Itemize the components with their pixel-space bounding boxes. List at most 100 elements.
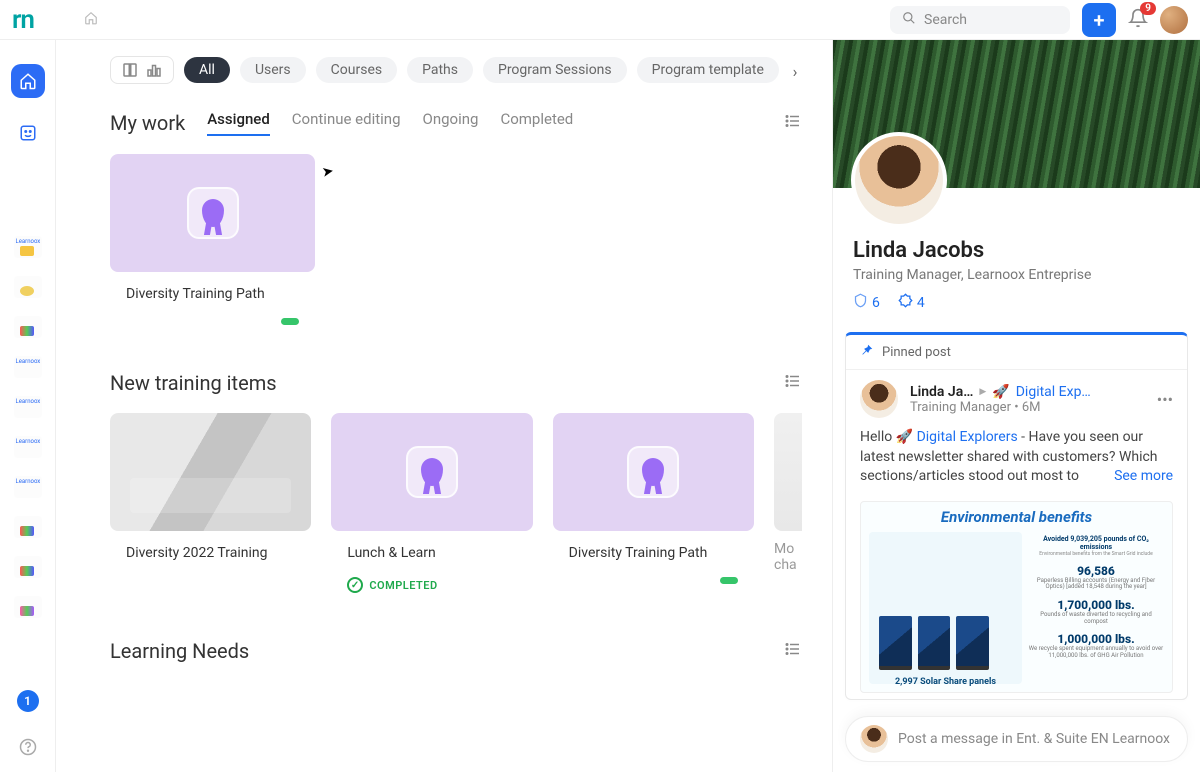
- help-button[interactable]: [19, 738, 37, 760]
- home-icon[interactable]: [84, 11, 98, 29]
- solar-caption: 2,997 Solar Share panels: [869, 677, 1022, 687]
- badge-icon: [898, 293, 913, 312]
- status-completed: COMPLETED: [369, 579, 437, 592]
- chip-all[interactable]: All: [184, 57, 230, 83]
- env-stats: Avoided 9,039,205 pounds of CO₂ emission…: [1028, 532, 1164, 684]
- award-icon: [627, 446, 679, 498]
- list-view-toggle-2[interactable]: [784, 372, 802, 394]
- message-input[interactable]: Post a message in Ent. & Suite EN Learno…: [845, 716, 1188, 762]
- tab-completed[interactable]: Completed: [500, 110, 573, 136]
- post-author[interactable]: Linda Ja…: [910, 384, 973, 400]
- rail-app-5[interactable]: Learnoox: [14, 396, 42, 418]
- pin-icon: [860, 343, 874, 361]
- env-title: Environmental benefits: [869, 508, 1164, 526]
- bars-icon: [145, 61, 163, 79]
- arrow-right-icon: ▶: [979, 387, 986, 397]
- stat-shields[interactable]: 6: [853, 293, 880, 312]
- stat-badges-value: 4: [917, 295, 925, 311]
- pinned-label: Pinned post: [882, 345, 951, 360]
- cursor-icon: ➤: [321, 163, 335, 181]
- stat-shields-value: 6: [872, 295, 880, 311]
- card-thumbnail: [110, 413, 311, 531]
- newitem-card-4-partial[interactable]: [774, 413, 802, 531]
- user-avatar[interactable]: [1160, 6, 1188, 34]
- newitem-card-2[interactable]: Lunch & Learn ✓ COMPLETED: [331, 413, 532, 599]
- card-thumbnail: [553, 413, 754, 531]
- card-title-partial: Mocha: [774, 541, 814, 573]
- list-view-toggle[interactable]: [784, 112, 802, 134]
- mywork-card-1[interactable]: Diversity Training Path: [110, 154, 315, 331]
- list-view-toggle-3[interactable]: [784, 640, 802, 662]
- card-title: Diversity 2022 Training: [110, 531, 311, 567]
- card-thumbnail: [110, 154, 315, 272]
- post-body-link[interactable]: 🚀 Digital Explorers: [896, 429, 1018, 445]
- mywork-head: My work Assigned Continue editing Ongoin…: [110, 110, 802, 136]
- rail-badge-count[interactable]: 1: [17, 690, 39, 712]
- progress-indicator: [281, 318, 299, 325]
- view-toggle[interactable]: [110, 56, 174, 84]
- app-logo: rn: [12, 5, 34, 35]
- notifications-button[interactable]: 9: [1128, 8, 1148, 32]
- rocket-icon: 🚀: [992, 384, 1009, 400]
- newitems-title: New training items: [110, 371, 277, 395]
- chip-paths[interactable]: Paths: [407, 57, 473, 83]
- rail-app-6[interactable]: Learnoox: [14, 436, 42, 458]
- tab-ongoing[interactable]: Ongoing: [423, 110, 479, 136]
- tab-assigned[interactable]: Assigned: [207, 110, 270, 136]
- post-more-menu[interactable]: •••: [1157, 390, 1173, 409]
- progress-indicator: [720, 577, 738, 584]
- filter-chip-row: All Users Courses Paths Program Sessions…: [110, 56, 802, 84]
- card-title: Lunch & Learn: [331, 531, 532, 567]
- nav-smiley-button[interactable]: [11, 116, 45, 150]
- profile-panel: Linda Jacobs Training Manager, Learnoox …: [832, 40, 1200, 772]
- stat-badges[interactable]: 4: [898, 293, 925, 312]
- rail-app-2[interactable]: [14, 276, 42, 298]
- card-title: Diversity Training Path: [110, 272, 315, 308]
- post-attachment-image[interactable]: Environmental benefits 2,997 Solar Share…: [860, 501, 1173, 693]
- chip-sessions[interactable]: Program Sessions: [483, 57, 627, 83]
- profile-name: Linda Jacobs: [853, 238, 1180, 263]
- see-more-link[interactable]: See more: [1114, 467, 1173, 487]
- mywork-cards: Diversity Training Path: [110, 154, 802, 331]
- solar-illustration: 2,997 Solar Share panels: [869, 532, 1022, 684]
- post-author-avatar[interactable]: [860, 380, 898, 418]
- tab-continue-editing[interactable]: Continue editing: [292, 110, 401, 136]
- learningneeds-title: Learning Needs: [110, 639, 249, 663]
- search-icon: [902, 11, 916, 29]
- award-icon: [406, 446, 458, 498]
- newitems-head: New training items: [110, 371, 802, 395]
- newitems-cards: Diversity 2022 Training Lunch & Learn ✓ …: [110, 413, 802, 599]
- create-button[interactable]: +: [1082, 3, 1116, 37]
- search-input[interactable]: Search: [890, 6, 1070, 34]
- post-target-link[interactable]: Digital Exp…: [1016, 384, 1091, 400]
- notifications-count-badge: 9: [1140, 2, 1156, 15]
- post-subtitle: Training Manager • 6M: [910, 400, 1145, 415]
- chip-templates[interactable]: Program template: [637, 57, 779, 83]
- rail-app-8[interactable]: [14, 516, 42, 538]
- profile-avatar[interactable]: [851, 132, 947, 228]
- main-content: All Users Courses Paths Program Sessions…: [56, 40, 816, 772]
- rail-app-9[interactable]: [14, 556, 42, 578]
- pinned-label-row: Pinned post: [846, 335, 1187, 370]
- search-placeholder: Search: [924, 12, 967, 28]
- chip-scroll-right[interactable]: ›: [784, 60, 806, 82]
- topbar: rn Search + 9: [0, 0, 1200, 40]
- mywork-title: My work: [110, 111, 185, 135]
- profile-banner: [833, 40, 1200, 188]
- post-body: Hello 🚀 Digital Explorers - Have you see…: [846, 428, 1187, 495]
- profile-role: Training Manager, Learnoox Entreprise: [853, 267, 1180, 283]
- shield-icon: [853, 293, 868, 312]
- rail-app-1[interactable]: Learnoox: [14, 236, 42, 258]
- chip-users[interactable]: Users: [240, 57, 306, 83]
- nav-home-button[interactable]: [11, 64, 45, 98]
- rail-app-3[interactable]: [14, 316, 42, 338]
- rail-app-7[interactable]: Learnoox: [14, 476, 42, 498]
- left-rail: Learnoox Learnoox Learnoox Learnoox Lear…: [0, 40, 56, 772]
- learningneeds-head: Learning Needs: [110, 639, 802, 663]
- newitem-card-1[interactable]: Diversity 2022 Training: [110, 413, 311, 599]
- rail-app-10[interactable]: [14, 596, 42, 618]
- rail-app-4[interactable]: Learnoox: [14, 356, 42, 378]
- chip-courses[interactable]: Courses: [316, 57, 397, 83]
- card-thumbnail: [331, 413, 532, 531]
- newitem-card-3[interactable]: Diversity Training Path: [553, 413, 754, 599]
